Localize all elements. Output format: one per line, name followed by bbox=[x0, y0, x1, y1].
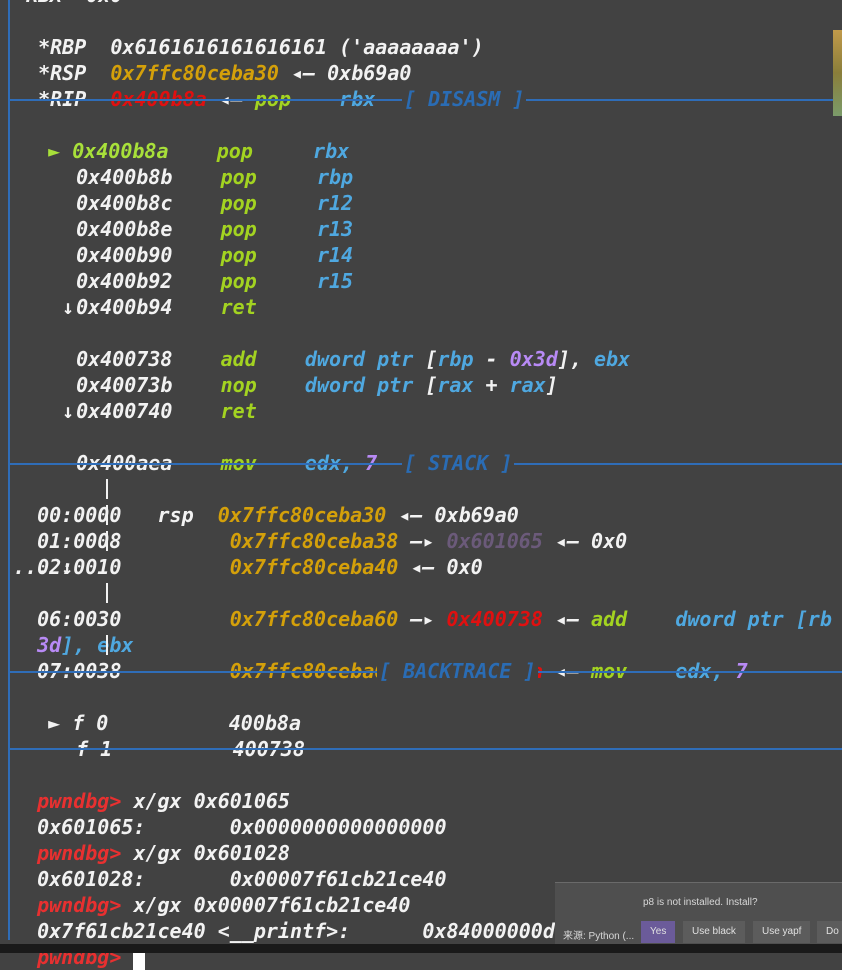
disasm-heading: [ DISASM ] bbox=[402, 86, 527, 112]
pointer-arrow-icon: ◂— bbox=[410, 555, 435, 579]
pointer-arrow-icon: ◂— bbox=[554, 529, 579, 553]
context-end-divider bbox=[8, 748, 842, 750]
stack-separator bbox=[106, 635, 108, 655]
disasm-address: 0x400b94 bbox=[76, 295, 173, 319]
pointer-arrow-icon: ◂— bbox=[554, 607, 579, 631]
disasm-line: 0x400b90 pop r14 bbox=[52, 216, 353, 267]
register-rip-line: *RIP 0x400b8a ◂— pop rbx bbox=[14, 60, 375, 111]
disasm-bracket: [ bbox=[425, 373, 438, 397]
console-command-line: pwndbg> x/gx 0x601028 bbox=[13, 814, 290, 865]
disasm-line: 0x400738 add dword ptr [rbp - 0x3d], ebx bbox=[52, 320, 630, 371]
stack-row-wrap: 3d], ebx bbox=[13, 606, 133, 657]
stack-row: 02:0010 0x7ffc80ceba40 ◂— 0x0 bbox=[13, 528, 483, 579]
disasm-operand-register: ebx bbox=[593, 347, 631, 371]
disasm-address: 0x400740 bbox=[76, 399, 173, 423]
disasm-operand-keyword: dword ptr bbox=[304, 373, 414, 397]
disasm-operator: + bbox=[485, 373, 498, 397]
console-output-line: 0x601065: 0x0000000000000000 bbox=[13, 788, 446, 839]
console-command-line: pwndbg> x/gx 0x00007f61cb21ce40 bbox=[13, 866, 410, 917]
backtrace-heading: [ BACKTRACE ] bbox=[377, 658, 538, 684]
disasm-line: 0x400b8e pop r13 bbox=[52, 190, 353, 241]
register-rbp-line: *RBP 0x6161616161616161 ('aaaaaaaa') bbox=[14, 8, 484, 59]
disasm-line: 0x400740 ret bbox=[52, 372, 257, 423]
pointer-arrow-icon: —▸ bbox=[410, 607, 435, 631]
use-black-button[interactable]: Use black bbox=[683, 921, 745, 943]
stack-address: 0x7ffc80ceba40 bbox=[229, 555, 399, 579]
frame-left-border bbox=[8, 0, 10, 940]
notification-message: p8 is not installed. Install? bbox=[643, 897, 758, 908]
disasm-bracket: ] bbox=[545, 373, 558, 397]
stack-separator bbox=[106, 583, 108, 603]
disasm-operand-register: rax bbox=[437, 373, 474, 397]
stack-operand-keyword: dword ptr bbox=[675, 607, 784, 631]
disasm-operand-register: rax bbox=[509, 373, 546, 397]
stack-row: 00:0000 rsp 0x7ffc80ceba30 ◂— 0xb69a0 bbox=[13, 476, 519, 527]
disasm-line: ► 0x400b8a pop rbx bbox=[24, 112, 349, 163]
stack-heading: [ STACK ] bbox=[402, 450, 515, 476]
yes-button[interactable]: Yes bbox=[641, 921, 676, 943]
stack-mnemonic: add bbox=[591, 607, 628, 631]
disasm-line: 0x400b94 ret bbox=[52, 268, 257, 319]
disasm-line: 0x400b8b pop rbp bbox=[52, 138, 353, 189]
stack-separator bbox=[106, 531, 108, 551]
console-output-line: 0x601028: 0x00007f61cb21ce40 bbox=[13, 840, 446, 891]
status-bar bbox=[0, 944, 842, 953]
stack-value: 0x0 bbox=[446, 555, 483, 579]
install-notification[interactable]: p8 is not installed. Install? 来源: Python… bbox=[555, 882, 842, 945]
stack-operand-tail: [rb bbox=[795, 607, 832, 631]
console-input-line[interactable]: pwndbg> bbox=[13, 918, 146, 970]
stack-row: 07:0038 0x7ffc80ceba68 —▸ 0x400aea ◂— mo… bbox=[13, 632, 748, 683]
stack-separator bbox=[106, 505, 108, 525]
stack-address: 0x7ffc80ceba60 bbox=[229, 607, 399, 631]
register-rsp-line: *RSP 0x7ffc80ceba30 ◂— 0xb69a0 bbox=[14, 34, 411, 85]
disasm-operand: r15 bbox=[316, 269, 354, 293]
disasm-mnemonic: ret bbox=[220, 295, 257, 319]
branch-down-arrow-icon: ↓ bbox=[62, 399, 75, 423]
stack-ellipsis: ... ↓ bbox=[13, 555, 74, 579]
dont-button[interactable]: Do bbox=[817, 921, 842, 943]
stack-row: 06:0030 0x7ffc80ceba60 —▸ 0x400738 ◂— ad… bbox=[13, 580, 832, 631]
notification-source: 来源: Python (... bbox=[563, 931, 635, 942]
use-yapf-button[interactable]: Use yapf bbox=[753, 921, 811, 943]
disasm-mnemonic: ret bbox=[220, 399, 257, 423]
stack-separator bbox=[106, 479, 108, 499]
console-output-line: 0x7f61cb21ce40 <__printf>: 0x84000000d8e… bbox=[13, 892, 639, 943]
disasm-line: 0x400b8c pop r12 bbox=[52, 164, 353, 215]
disasm-line: 0x400b92 pop r15 bbox=[52, 242, 353, 293]
disasm-bracket: ], bbox=[557, 347, 582, 371]
side-thumbnail bbox=[833, 30, 842, 116]
disasm-line: 0x40073b nop dword ptr [rax + rax] bbox=[52, 346, 558, 397]
disasm-line: 0x400aea mov edx, 7 bbox=[52, 424, 377, 475]
register-rbx-partial: *RBX 0x0 bbox=[14, 0, 122, 8]
backtrace-frame: f 1 400738 bbox=[52, 710, 305, 761]
branch-down-arrow-icon: ↓ bbox=[62, 295, 75, 319]
stack-pointer: 0x400738 bbox=[446, 607, 543, 631]
console-command-line: pwndbg> x/gx 0x601065 bbox=[13, 762, 290, 813]
backtrace-frame: ► f 0 400b8a bbox=[24, 684, 301, 735]
stack-value: 0x0 bbox=[591, 529, 628, 553]
